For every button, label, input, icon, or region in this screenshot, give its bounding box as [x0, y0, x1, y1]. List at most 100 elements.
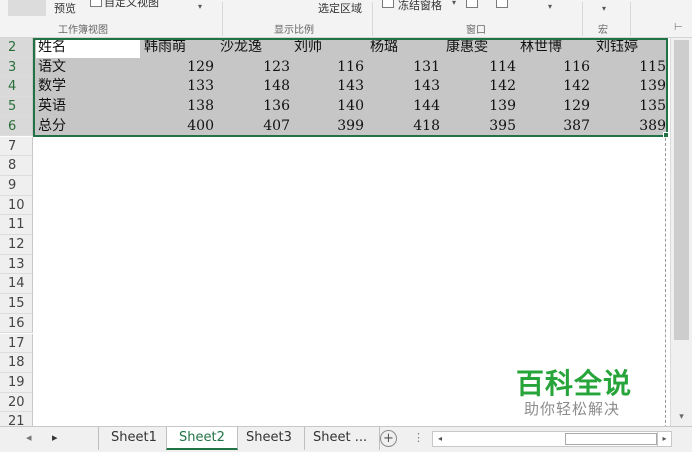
row-cells[interactable]: [34, 294, 668, 314]
row-label-cell[interactable]: 总分: [36, 117, 140, 137]
score-cell[interactable]: 114: [444, 58, 516, 78]
score-cell[interactable]: 116: [518, 58, 590, 78]
scroll-left-button[interactable]: ◂: [433, 432, 447, 446]
row-header[interactable]: 12: [0, 235, 33, 255]
sheet-row[interactable]: 6 总分 400 407 399 418 395 387 389: [0, 116, 670, 137]
row-header[interactable]: 9: [0, 175, 33, 196]
sheet-row[interactable]: 12: [0, 235, 670, 255]
sheet-row[interactable]: 9: [0, 175, 670, 196]
row-cells[interactable]: 数学 133 148 143 143 142 142 139: [34, 77, 668, 98]
row-cells[interactable]: [34, 196, 668, 216]
student-name-cell[interactable]: 刘钰婷: [594, 38, 666, 58]
row-label-cell[interactable]: 语文: [36, 58, 140, 78]
row-cells[interactable]: 总分 400 407 399 418 395 387 389: [34, 116, 668, 137]
score-cell[interactable]: 133: [142, 77, 214, 97]
row-header[interactable]: 6: [0, 116, 33, 137]
sheet-row[interactable]: 16: [0, 313, 670, 334]
score-cell[interactable]: 139: [594, 77, 666, 97]
row-cells[interactable]: [34, 156, 668, 176]
score-cell[interactable]: 148: [218, 77, 290, 97]
row-header[interactable]: 2: [0, 38, 33, 58]
collapse-ribbon-icon[interactable]: ⊢: [674, 22, 683, 33]
row-header[interactable]: 5: [0, 97, 33, 117]
row-label-cell[interactable]: 数学: [36, 77, 140, 97]
score-cell[interactable]: 395: [444, 117, 516, 137]
horizontal-scrollbar[interactable]: ◂ ▸: [432, 431, 672, 447]
chevron-down-icon[interactable]: ▾: [198, 2, 202, 11]
horizontal-scroll-thumb[interactable]: [565, 433, 657, 445]
score-cell[interactable]: 123: [218, 58, 290, 78]
sheet-row[interactable]: 5 英语 138 136 140 144 139 129 135: [0, 97, 670, 117]
score-cell[interactable]: 115: [594, 58, 666, 78]
sheet-row[interactable]: 8: [0, 156, 670, 176]
row-header[interactable]: 3: [0, 57, 33, 78]
row-header[interactable]: 11: [0, 215, 33, 235]
row-label-cell[interactable]: 姓名: [36, 38, 140, 58]
chevron-down-icon[interactable]: ▾: [548, 2, 552, 11]
row-header[interactable]: 18: [0, 353, 33, 373]
split-handle-icon[interactable]: ⋮: [413, 431, 424, 444]
sheet-row[interactable]: 2 姓名 韩雨萌 沙龙逸 刘帅 杨璐 康惠雯 林世博 刘钰婷: [0, 38, 670, 58]
score-cell[interactable]: 142: [518, 77, 590, 97]
row-header[interactable]: 7: [0, 136, 33, 157]
score-cell[interactable]: 129: [142, 58, 214, 78]
sheet-row[interactable]: 3 语文 129 123 116 131 114 116 115: [0, 57, 670, 78]
row-header[interactable]: 21: [0, 412, 33, 426]
score-cell[interactable]: 136: [218, 97, 290, 117]
score-cell[interactable]: 135: [594, 97, 666, 117]
row-header[interactable]: 13: [0, 254, 33, 275]
row-header[interactable]: 19: [0, 372, 33, 393]
row-header[interactable]: 16: [0, 313, 33, 334]
score-cell[interactable]: 400: [142, 117, 214, 137]
row-cells[interactable]: [34, 314, 668, 334]
student-name-cell[interactable]: 杨璐: [368, 38, 440, 58]
score-cell[interactable]: 399: [292, 117, 364, 137]
score-cell[interactable]: 131: [368, 58, 440, 78]
vertical-scroll-thumb[interactable]: [674, 40, 689, 340]
score-cell[interactable]: 138: [142, 97, 214, 117]
tab-sheet1[interactable]: Sheet1: [98, 427, 170, 450]
sheet-row[interactable]: 10: [0, 195, 670, 216]
row-cells[interactable]: 英语 138 136 140 144 139 129 135: [34, 97, 668, 117]
student-name-cell[interactable]: 康惠雯: [444, 38, 516, 58]
custom-view-button[interactable]: 自定义视图: [104, 0, 159, 10]
freeze-panes-button[interactable]: 冻结窗格: [398, 0, 442, 13]
row-header[interactable]: 4: [0, 77, 33, 98]
sheet-row[interactable]: 11: [0, 215, 670, 235]
row-cells[interactable]: [34, 235, 668, 255]
student-name-cell[interactable]: 林世博: [518, 38, 590, 58]
row-header[interactable]: 8: [0, 156, 33, 176]
side-by-side-icon[interactable]: [496, 0, 508, 8]
row-cells[interactable]: 语文 129 123 116 131 114 116 115: [34, 57, 668, 78]
row-cells[interactable]: [34, 215, 668, 235]
score-cell[interactable]: 129: [518, 97, 590, 117]
score-cell[interactable]: 389: [594, 117, 666, 137]
score-cell[interactable]: 407: [218, 117, 290, 137]
score-cell[interactable]: 143: [368, 77, 440, 97]
row-header[interactable]: 10: [0, 195, 33, 216]
row-header[interactable]: 14: [0, 274, 33, 295]
chevron-down-icon[interactable]: ▾: [452, 0, 456, 7]
row-header[interactable]: 20: [0, 392, 33, 413]
row-cells[interactable]: [34, 334, 668, 354]
score-cell[interactable]: 387: [518, 117, 590, 137]
zoom-to-selection-button[interactable]: 选定区域: [318, 0, 362, 16]
sheet-row[interactable]: 17: [0, 333, 670, 354]
tab-sheet2[interactable]: Sheet2: [166, 427, 238, 450]
score-cell[interactable]: 418: [368, 117, 440, 137]
sheet-row[interactable]: 7: [0, 136, 670, 157]
score-cell[interactable]: 139: [444, 97, 516, 117]
score-cell[interactable]: 140: [292, 97, 364, 117]
row-header[interactable]: 17: [0, 333, 33, 354]
score-cell[interactable]: 142: [444, 77, 516, 97]
row-header[interactable]: 15: [0, 294, 33, 314]
tab-sheet-more[interactable]: Sheet ...: [301, 427, 381, 450]
add-sheet-button[interactable]: +: [380, 430, 397, 447]
score-cell[interactable]: 143: [292, 77, 364, 97]
preview-button-frame[interactable]: [8, 0, 46, 16]
next-sheet-button[interactable]: ▸: [52, 431, 58, 444]
split-window-icon[interactable]: [466, 0, 478, 8]
row-cells[interactable]: [34, 137, 668, 157]
sheet-row[interactable]: 15: [0, 294, 670, 314]
row-cells[interactable]: [34, 274, 668, 294]
